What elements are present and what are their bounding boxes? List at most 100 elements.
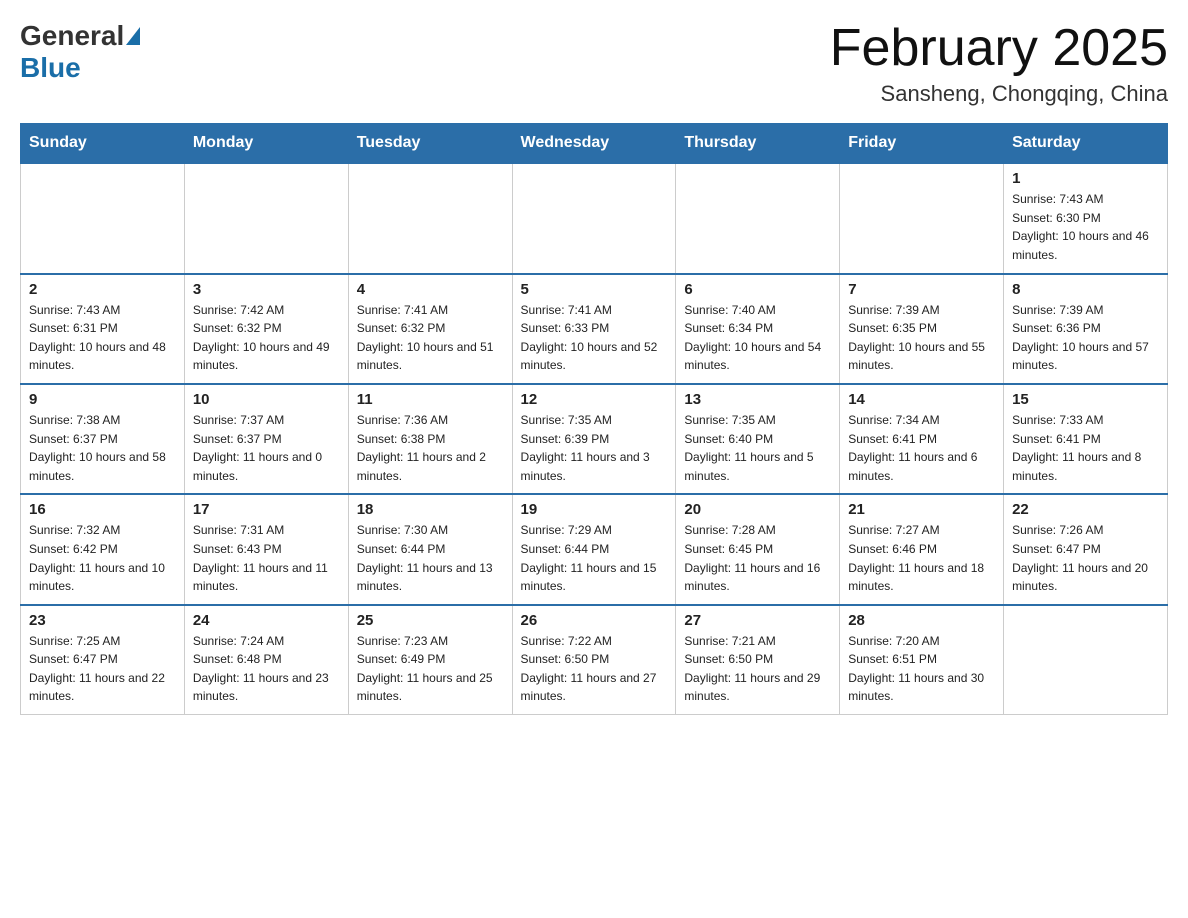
location-subtitle: Sansheng, Chongqing, China: [830, 81, 1168, 107]
calendar-cell: 23 Sunrise: 7:25 AMSunset: 6:47 PMDayligh…: [21, 605, 185, 715]
day-number: 9: [29, 391, 176, 408]
day-info: Sunrise: 7:35 AMSunset: 6:40 PMDaylight:…: [684, 411, 831, 485]
day-info: Sunrise: 7:34 AMSunset: 6:41 PMDaylight:…: [848, 411, 995, 485]
day-number: 15: [1012, 391, 1159, 408]
day-number: 17: [193, 501, 340, 518]
logo-flag-icon: [126, 27, 140, 45]
day-number: 12: [521, 391, 668, 408]
day-info: Sunrise: 7:26 AMSunset: 6:47 PMDaylight:…: [1012, 521, 1159, 595]
calendar-cell: 16 Sunrise: 7:32 AMSunset: 6:42 PMDayligh…: [21, 494, 185, 604]
calendar-cell: 26 Sunrise: 7:22 AMSunset: 6:50 PMDayligh…: [512, 605, 676, 715]
day-info: Sunrise: 7:29 AMSunset: 6:44 PMDaylight:…: [521, 521, 668, 595]
calendar-cell: [184, 163, 348, 273]
calendar-cell: 7 Sunrise: 7:39 AMSunset: 6:35 PMDaylight…: [840, 274, 1004, 384]
weekday-header-sunday: Sunday: [21, 124, 185, 164]
day-info: Sunrise: 7:22 AMSunset: 6:50 PMDaylight:…: [521, 632, 668, 706]
calendar-cell: 12Sunrise: 7:35 AMSunset: 6:39 PMDayligh…: [512, 384, 676, 494]
day-number: 25: [357, 612, 504, 629]
day-info: Sunrise: 7:23 AMSunset: 6:49 PMDaylight:…: [357, 632, 504, 706]
day-info: Sunrise: 7:21 AMSunset: 6:50 PMDaylight:…: [684, 632, 831, 706]
day-number: 14: [848, 391, 995, 408]
weekday-header-thursday: Thursday: [676, 124, 840, 164]
calendar-cell: 22 Sunrise: 7:26 AMSunset: 6:47 PMDayligh…: [1004, 494, 1168, 604]
day-info: Sunrise: 7:41 AMSunset: 6:33 PMDaylight:…: [521, 301, 668, 375]
day-number: 3: [193, 281, 340, 298]
calendar-cell: [676, 163, 840, 273]
month-title: February 2025: [830, 20, 1168, 77]
day-info: Sunrise: 7:40 AMSunset: 6:34 PMDaylight:…: [684, 301, 831, 375]
calendar-cell: 4 Sunrise: 7:41 AMSunset: 6:32 PMDaylight…: [348, 274, 512, 384]
calendar-cell: 11 Sunrise: 7:36 AMSunset: 6:38 PMDayligh…: [348, 384, 512, 494]
weekday-header-tuesday: Tuesday: [348, 124, 512, 164]
calendar-cell: 25 Sunrise: 7:23 AMSunset: 6:49 PMDayligh…: [348, 605, 512, 715]
day-number: 11: [357, 391, 504, 408]
weekday-header-wednesday: Wednesday: [512, 124, 676, 164]
calendar-week-row: 2Sunrise: 7:43 AMSunset: 6:31 PMDaylight…: [21, 274, 1168, 384]
day-number: 5: [521, 281, 668, 298]
day-number: 22: [1012, 501, 1159, 518]
calendar-week-row: 9 Sunrise: 7:38 AMSunset: 6:37 PMDaylight…: [21, 384, 1168, 494]
day-number: 20: [684, 501, 831, 518]
day-number: 21: [848, 501, 995, 518]
day-number: 18: [357, 501, 504, 518]
day-number: 26: [521, 612, 668, 629]
day-info: Sunrise: 7:39 AMSunset: 6:35 PMDaylight:…: [848, 301, 995, 375]
day-number: 7: [848, 281, 995, 298]
calendar-cell: 13 Sunrise: 7:35 AMSunset: 6:40 PMDayligh…: [676, 384, 840, 494]
calendar-cell: [512, 163, 676, 273]
calendar-cell: [348, 163, 512, 273]
calendar-week-row: 23 Sunrise: 7:25 AMSunset: 6:47 PMDayligh…: [21, 605, 1168, 715]
calendar-cell: 17 Sunrise: 7:31 AMSunset: 6:43 PMDayligh…: [184, 494, 348, 604]
day-info: Sunrise: 7:33 AMSunset: 6:41 PMDaylight:…: [1012, 411, 1159, 485]
page-header: General Blue February 2025 Sansheng, Cho…: [20, 20, 1168, 107]
day-info: Sunrise: 7:24 AMSunset: 6:48 PMDaylight:…: [193, 632, 340, 706]
day-number: 23: [29, 612, 176, 629]
calendar-cell: 2Sunrise: 7:43 AMSunset: 6:31 PMDaylight…: [21, 274, 185, 384]
day-info: Sunrise: 7:38 AMSunset: 6:37 PMDaylight:…: [29, 411, 176, 485]
day-info: Sunrise: 7:32 AMSunset: 6:42 PMDaylight:…: [29, 521, 176, 595]
day-number: 2: [29, 281, 176, 298]
day-number: 16: [29, 501, 176, 518]
calendar-cell: [21, 163, 185, 273]
weekday-header-row: SundayMondayTuesdayWednesdayThursdayFrid…: [21, 124, 1168, 164]
calendar-cell: 27 Sunrise: 7:21 AMSunset: 6:50 PMDayligh…: [676, 605, 840, 715]
day-info: Sunrise: 7:31 AMSunset: 6:43 PMDaylight:…: [193, 521, 340, 595]
day-info: Sunrise: 7:42 AMSunset: 6:32 PMDaylight:…: [193, 301, 340, 375]
calendar-cell: [1004, 605, 1168, 715]
logo-general-text: General: [20, 20, 124, 52]
day-info: Sunrise: 7:27 AMSunset: 6:46 PMDaylight:…: [848, 521, 995, 595]
day-info: Sunrise: 7:37 AMSunset: 6:37 PMDaylight:…: [193, 411, 340, 485]
day-number: 8: [1012, 281, 1159, 298]
weekday-header-friday: Friday: [840, 124, 1004, 164]
day-number: 27: [684, 612, 831, 629]
calendar-cell: 6 Sunrise: 7:40 AMSunset: 6:34 PMDaylight…: [676, 274, 840, 384]
day-info: Sunrise: 7:36 AMSunset: 6:38 PMDaylight:…: [357, 411, 504, 485]
day-info: Sunrise: 7:25 AMSunset: 6:47 PMDaylight:…: [29, 632, 176, 706]
weekday-header-saturday: Saturday: [1004, 124, 1168, 164]
calendar-cell: 9 Sunrise: 7:38 AMSunset: 6:37 PMDaylight…: [21, 384, 185, 494]
calendar-cell: 28Sunrise: 7:20 AMSunset: 6:51 PMDayligh…: [840, 605, 1004, 715]
day-number: 6: [684, 281, 831, 298]
day-info: Sunrise: 7:41 AMSunset: 6:32 PMDaylight:…: [357, 301, 504, 375]
logo: General Blue: [20, 20, 142, 84]
day-number: 4: [357, 281, 504, 298]
title-block: February 2025 Sansheng, Chongqing, China: [830, 20, 1168, 107]
day-number: 13: [684, 391, 831, 408]
calendar-cell: 19 Sunrise: 7:29 AMSunset: 6:44 PMDayligh…: [512, 494, 676, 604]
calendar-cell: 15 Sunrise: 7:33 AMSunset: 6:41 PMDayligh…: [1004, 384, 1168, 494]
calendar-cell: 14 Sunrise: 7:34 AMSunset: 6:41 PMDayligh…: [840, 384, 1004, 494]
calendar-cell: 10Sunrise: 7:37 AMSunset: 6:37 PMDayligh…: [184, 384, 348, 494]
calendar-cell: 21 Sunrise: 7:27 AMSunset: 6:46 PMDayligh…: [840, 494, 1004, 604]
day-number: 19: [521, 501, 668, 518]
calendar-cell: 5 Sunrise: 7:41 AMSunset: 6:33 PMDaylight…: [512, 274, 676, 384]
calendar-cell: 8 Sunrise: 7:39 AMSunset: 6:36 PMDaylight…: [1004, 274, 1168, 384]
day-info: Sunrise: 7:43 AMSunset: 6:30 PMDaylight:…: [1012, 190, 1159, 264]
calendar-cell: 18 Sunrise: 7:30 AMSunset: 6:44 PMDayligh…: [348, 494, 512, 604]
day-info: Sunrise: 7:39 AMSunset: 6:36 PMDaylight:…: [1012, 301, 1159, 375]
day-info: Sunrise: 7:30 AMSunset: 6:44 PMDaylight:…: [357, 521, 504, 595]
calendar-cell: 24Sunrise: 7:24 AMSunset: 6:48 PMDayligh…: [184, 605, 348, 715]
calendar-week-row: 1Sunrise: 7:43 AMSunset: 6:30 PMDaylight…: [21, 163, 1168, 273]
calendar-table: SundayMondayTuesdayWednesdayThursdayFrid…: [20, 123, 1168, 715]
logo-blue-text: Blue: [20, 52, 81, 84]
weekday-header-monday: Monday: [184, 124, 348, 164]
